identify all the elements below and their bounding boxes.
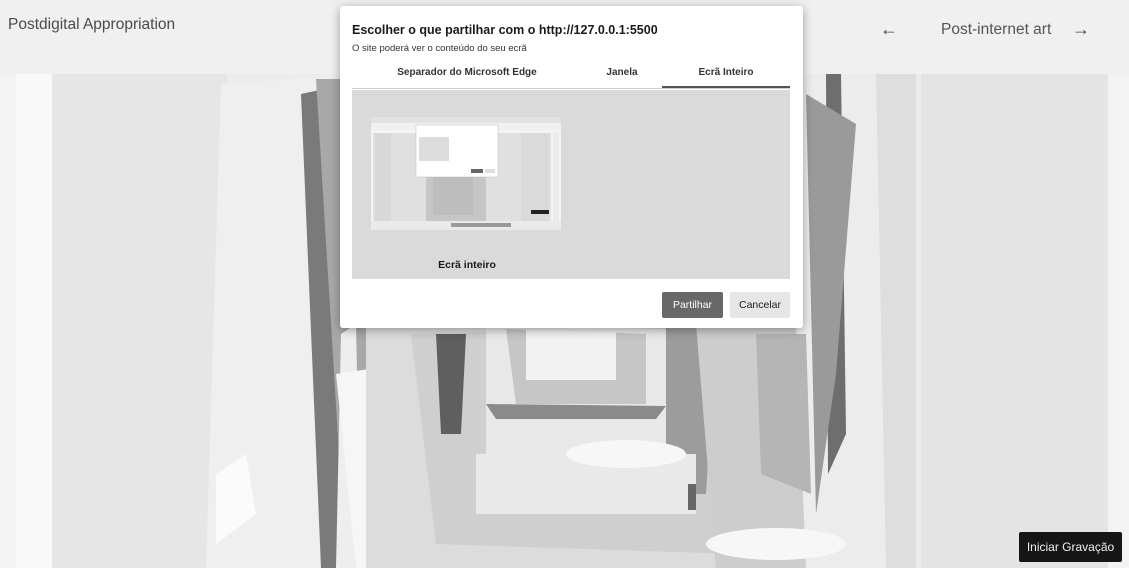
tab-window[interactable]: Janela — [582, 64, 662, 88]
arrow-right-icon[interactable]: → — [1072, 20, 1090, 38]
entire-screen-label: Ecrã inteiro — [438, 259, 496, 271]
dialog-subtitle: O site poderá ver o conteúdo do seu ecrã — [352, 43, 527, 54]
tab-divider — [352, 88, 790, 89]
cancel-button[interactable]: Cancelar — [730, 292, 790, 318]
nav-label: Post-internet art — [941, 21, 1052, 38]
tab-edge-tab[interactable]: Separador do Microsoft Edge — [352, 64, 582, 88]
source-panel: Ecrã inteiro — [352, 90, 790, 279]
start-recording-button[interactable]: Iniciar Gravação — [1019, 532, 1122, 562]
tab-entire-screen[interactable]: Ecrã Inteiro — [662, 64, 790, 88]
screen-thumbnail — [371, 117, 561, 230]
share-source-tabs: Separador do Microsoft Edge Janela Ecrã … — [352, 64, 790, 88]
screen-share-dialog: Escolher o que partilhar com o http://12… — [340, 6, 803, 328]
arrow-left-icon[interactable]: ← — [880, 20, 898, 38]
share-button[interactable]: Partilhar — [662, 292, 723, 318]
page-title: Postdigital Appropriation — [8, 16, 176, 33]
entire-screen-option[interactable]: Ecrã inteiro — [367, 102, 581, 274]
dialog-title: Escolher o que partilhar com o http://12… — [352, 23, 658, 37]
